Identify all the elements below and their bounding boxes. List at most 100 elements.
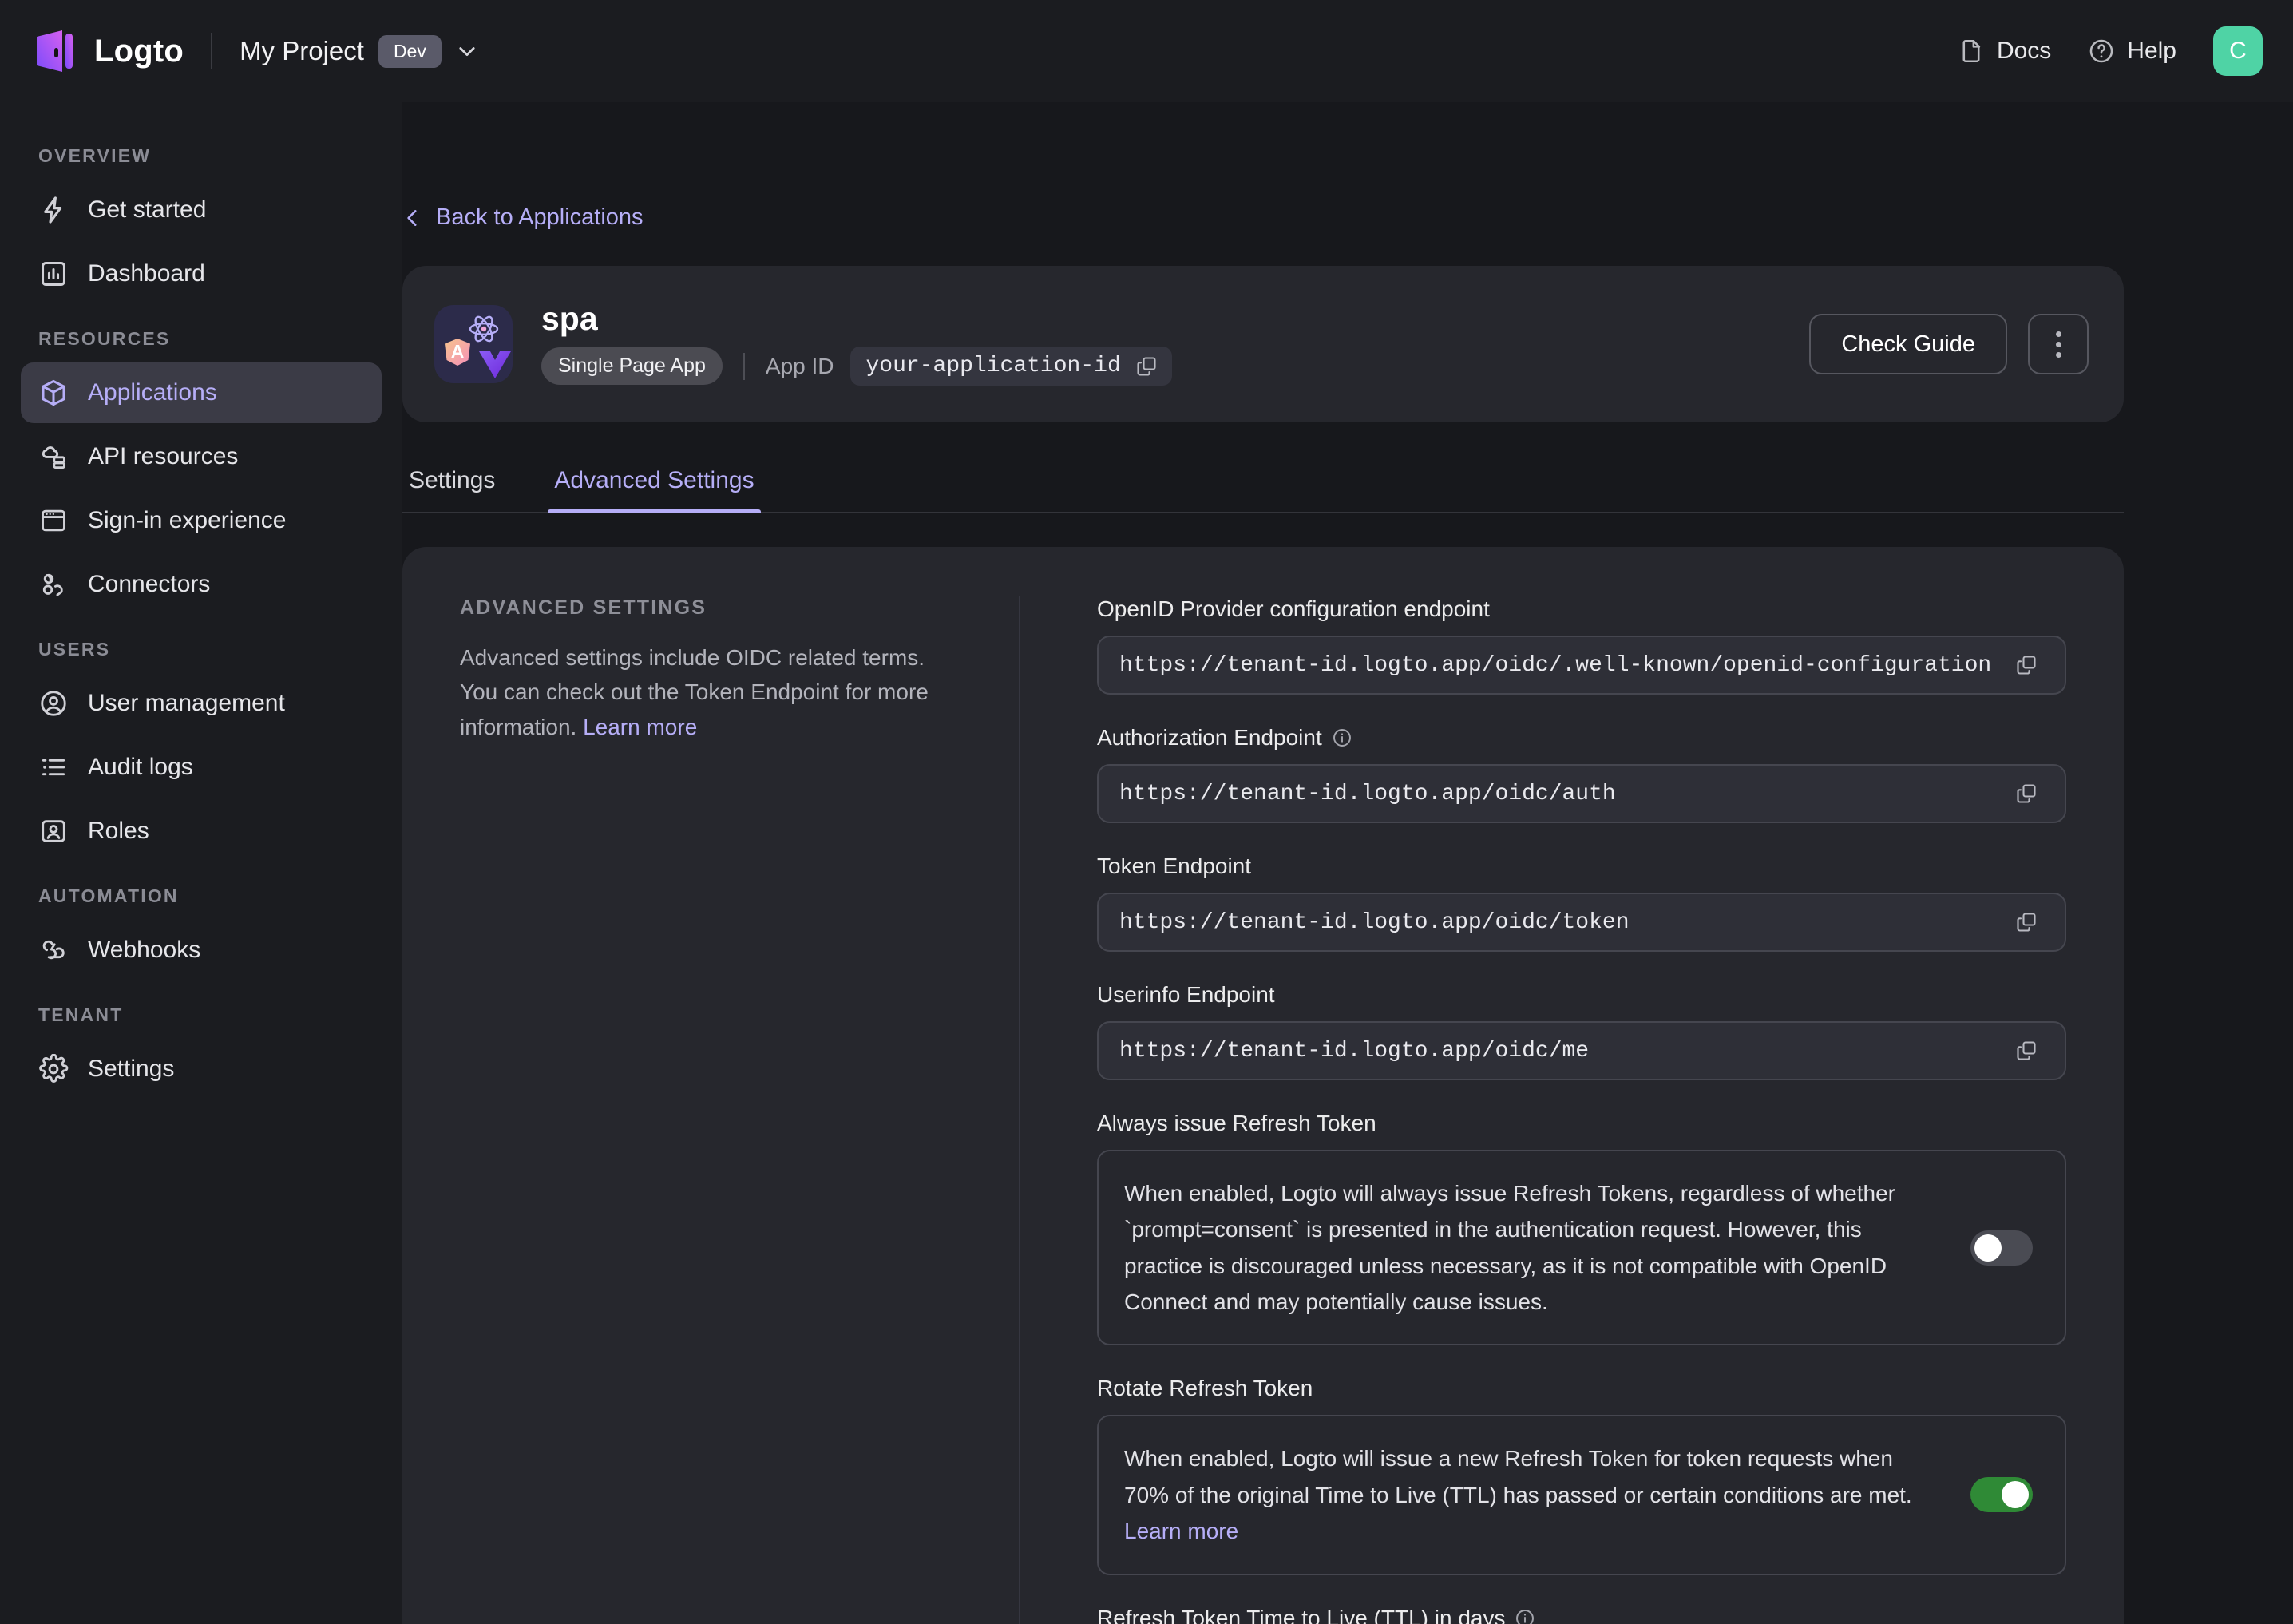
- section-title: Advanced settings: [460, 596, 707, 619]
- copy-button[interactable]: [2006, 901, 2047, 943]
- sidebar-group-resources: Resources: [38, 328, 171, 349]
- app-header-actions: Check Guide: [1809, 314, 2089, 374]
- roles-icon: [42, 820, 65, 842]
- copy-icon: [1137, 356, 1156, 376]
- svg-text:A: A: [451, 341, 465, 362]
- info-icon[interactable]: [1515, 1608, 1535, 1624]
- sidebar-item-api-resources[interactable]: API resources: [21, 426, 382, 487]
- sidebar-item-get-started[interactable]: Get started: [21, 180, 382, 240]
- body: Overview Get started Dashboard Resources…: [0, 102, 2293, 1624]
- sidebar-item-dashboard[interactable]: Dashboard: [21, 244, 382, 304]
- window-icon: [42, 509, 65, 532]
- field-label: Rotate Refresh Token: [1097, 1376, 2066, 1401]
- sidebar-item-sign-in-experience[interactable]: Sign-in experience: [21, 490, 382, 551]
- tab-advanced-settings[interactable]: Advanced Settings: [548, 454, 761, 513]
- help-label: Help: [2127, 38, 2176, 64]
- gear-icon: [39, 1054, 69, 1083]
- switch-knob: [2002, 1481, 2029, 1509]
- sidebar: Overview Get started Dashboard Resources…: [0, 102, 402, 1624]
- copy-button[interactable]: [2006, 644, 2047, 686]
- sidebar-item-connectors[interactable]: Connectors: [21, 554, 382, 615]
- copy-icon: [2017, 656, 2036, 675]
- sidebar-item-label: Sign-in experience: [88, 507, 287, 533]
- always-issue-refresh-token-switch[interactable]: [1970, 1230, 2033, 1266]
- project-name: My Project: [240, 36, 364, 65]
- brand[interactable]: Logto: [35, 29, 184, 73]
- sidebar-item-label: Roles: [88, 818, 149, 844]
- toggle-description: When enabled, Logto will always issue Re…: [1124, 1175, 1943, 1320]
- field-label: Userinfo Endpoint: [1097, 982, 2066, 1008]
- field-value: https://tenant-id.logto.app/oidc/token: [1119, 909, 1630, 935]
- sidebar-item-webhooks[interactable]: Webhooks: [21, 920, 382, 980]
- field-value: https://tenant-id.logto.app/oidc/me: [1119, 1038, 1590, 1064]
- tab-settings[interactable]: Settings: [402, 454, 501, 512]
- section-learn-more-link[interactable]: Learn more: [583, 715, 697, 739]
- env-badge: Dev: [378, 34, 442, 68]
- authorization-endpoint-input[interactable]: https://tenant-id.logto.app/oidc/auth: [1097, 764, 2066, 823]
- sidebar-item-label: Webhooks: [88, 937, 201, 963]
- sidebar-item-label: Connectors: [88, 571, 211, 597]
- settings-fields-column: OpenID Provider configuration endpoint h…: [1097, 596, 2066, 1624]
- field-userinfo-endpoint: Userinfo Endpoint https://tenant-id.logt…: [1097, 982, 2066, 1080]
- copy-button[interactable]: [2006, 773, 2047, 814]
- app-meta: Single Page App App ID your-application-…: [541, 347, 1172, 386]
- app-root: Logto My Project Dev Docs Help C OVERVIE…: [0, 0, 2293, 1624]
- back-to-applications-link[interactable]: Back to Applications: [402, 102, 644, 231]
- check-guide-button[interactable]: Check Guide: [1809, 314, 2007, 374]
- topbar-actions: Docs Help C: [1958, 26, 2263, 76]
- more-vertical-icon: [2055, 331, 2061, 358]
- app-header-texts: spa Single Page App App ID your-applicat…: [541, 303, 1172, 386]
- field-label: OpenID Provider configuration endpoint: [1097, 596, 2066, 622]
- app-id-copy-box[interactable]: your-application-id: [849, 347, 1172, 386]
- toggle-learn-more-link[interactable]: Learn more: [1124, 1519, 1238, 1543]
- userinfo-endpoint-input[interactable]: https://tenant-id.logto.app/oidc/me: [1097, 1021, 2066, 1080]
- spa-frameworks-icon: A: [445, 315, 511, 378]
- more-options-button[interactable]: [2028, 314, 2089, 374]
- list-icon: [42, 759, 65, 776]
- app-id-value: your-application-id: [865, 354, 1121, 378]
- sidebar-item-label: Applications: [88, 379, 217, 406]
- lightning-icon: [44, 196, 62, 224]
- chevron-left-icon: [407, 209, 417, 226]
- field-token-endpoint: Token Endpoint https://tenant-id.logto.a…: [1097, 854, 2066, 952]
- sidebar-item-roles[interactable]: Roles: [21, 801, 382, 862]
- main-content: Back to Applications A spa Single Page A…: [402, 102, 2293, 1624]
- sidebar-item-label: Audit logs: [88, 754, 193, 780]
- sidebar-group-users: Users: [38, 639, 111, 660]
- section-info-column: Advanced settings Advanced settings incl…: [460, 596, 1019, 1624]
- sidebar-item-audit-logs[interactable]: Audit logs: [21, 737, 382, 798]
- sidebar-item-user-management[interactable]: User management: [21, 673, 382, 734]
- app-id-label: App ID: [765, 353, 834, 378]
- sidebar-item-settings[interactable]: Settings: [21, 1039, 382, 1099]
- sidebar-item-applications[interactable]: Applications: [21, 362, 382, 423]
- openid-configuration-endpoint-input[interactable]: https://tenant-id.logto.app/oidc/.well-k…: [1097, 636, 2066, 695]
- token-endpoint-input[interactable]: https://tenant-id.logto.app/oidc/token: [1097, 893, 2066, 952]
- sidebar-group-overview: Overview: [38, 145, 152, 166]
- meta-divider: [743, 352, 745, 380]
- docs-link[interactable]: Docs: [1958, 38, 2051, 65]
- chevron-down-icon: [459, 47, 475, 57]
- field-rotate-refresh-token: Rotate Refresh Token When enabled, Logto…: [1097, 1376, 2066, 1575]
- help-circle-icon: [2089, 39, 2113, 63]
- user-circle-icon: [41, 691, 66, 716]
- page-title: spa: [541, 300, 598, 337]
- avatar[interactable]: C: [2213, 26, 2263, 76]
- chart-icon: [42, 262, 65, 286]
- sidebar-item-label: API resources: [88, 443, 239, 469]
- sidebar-item-label: Settings: [88, 1056, 175, 1082]
- toggle-description-text: When enabled, Logto will issue a new Ref…: [1124, 1446, 1912, 1507]
- project-switcher[interactable]: My Project Dev: [240, 34, 478, 68]
- copy-button[interactable]: [2006, 1030, 2047, 1071]
- switch-knob: [1974, 1234, 2002, 1262]
- info-icon[interactable]: [1332, 727, 1352, 748]
- field-label: Refresh Token Time to Live (TTL) in days: [1097, 1606, 2066, 1624]
- copy-icon: [2017, 1041, 2036, 1060]
- copy-icon: [2017, 913, 2036, 932]
- field-always-issue-refresh-token: Always issue Refresh Token When enabled,…: [1097, 1111, 2066, 1346]
- always-issue-refresh-token-card: When enabled, Logto will always issue Re…: [1097, 1150, 2066, 1346]
- field-label-text: OpenID Provider configuration endpoint: [1097, 596, 1490, 621]
- field-label-text: Refresh Token Time to Live (TTL) in days: [1097, 1605, 1506, 1624]
- help-link[interactable]: Help: [2088, 38, 2176, 65]
- rotate-refresh-token-switch[interactable]: [1970, 1477, 2033, 1513]
- api-icon: [42, 446, 65, 469]
